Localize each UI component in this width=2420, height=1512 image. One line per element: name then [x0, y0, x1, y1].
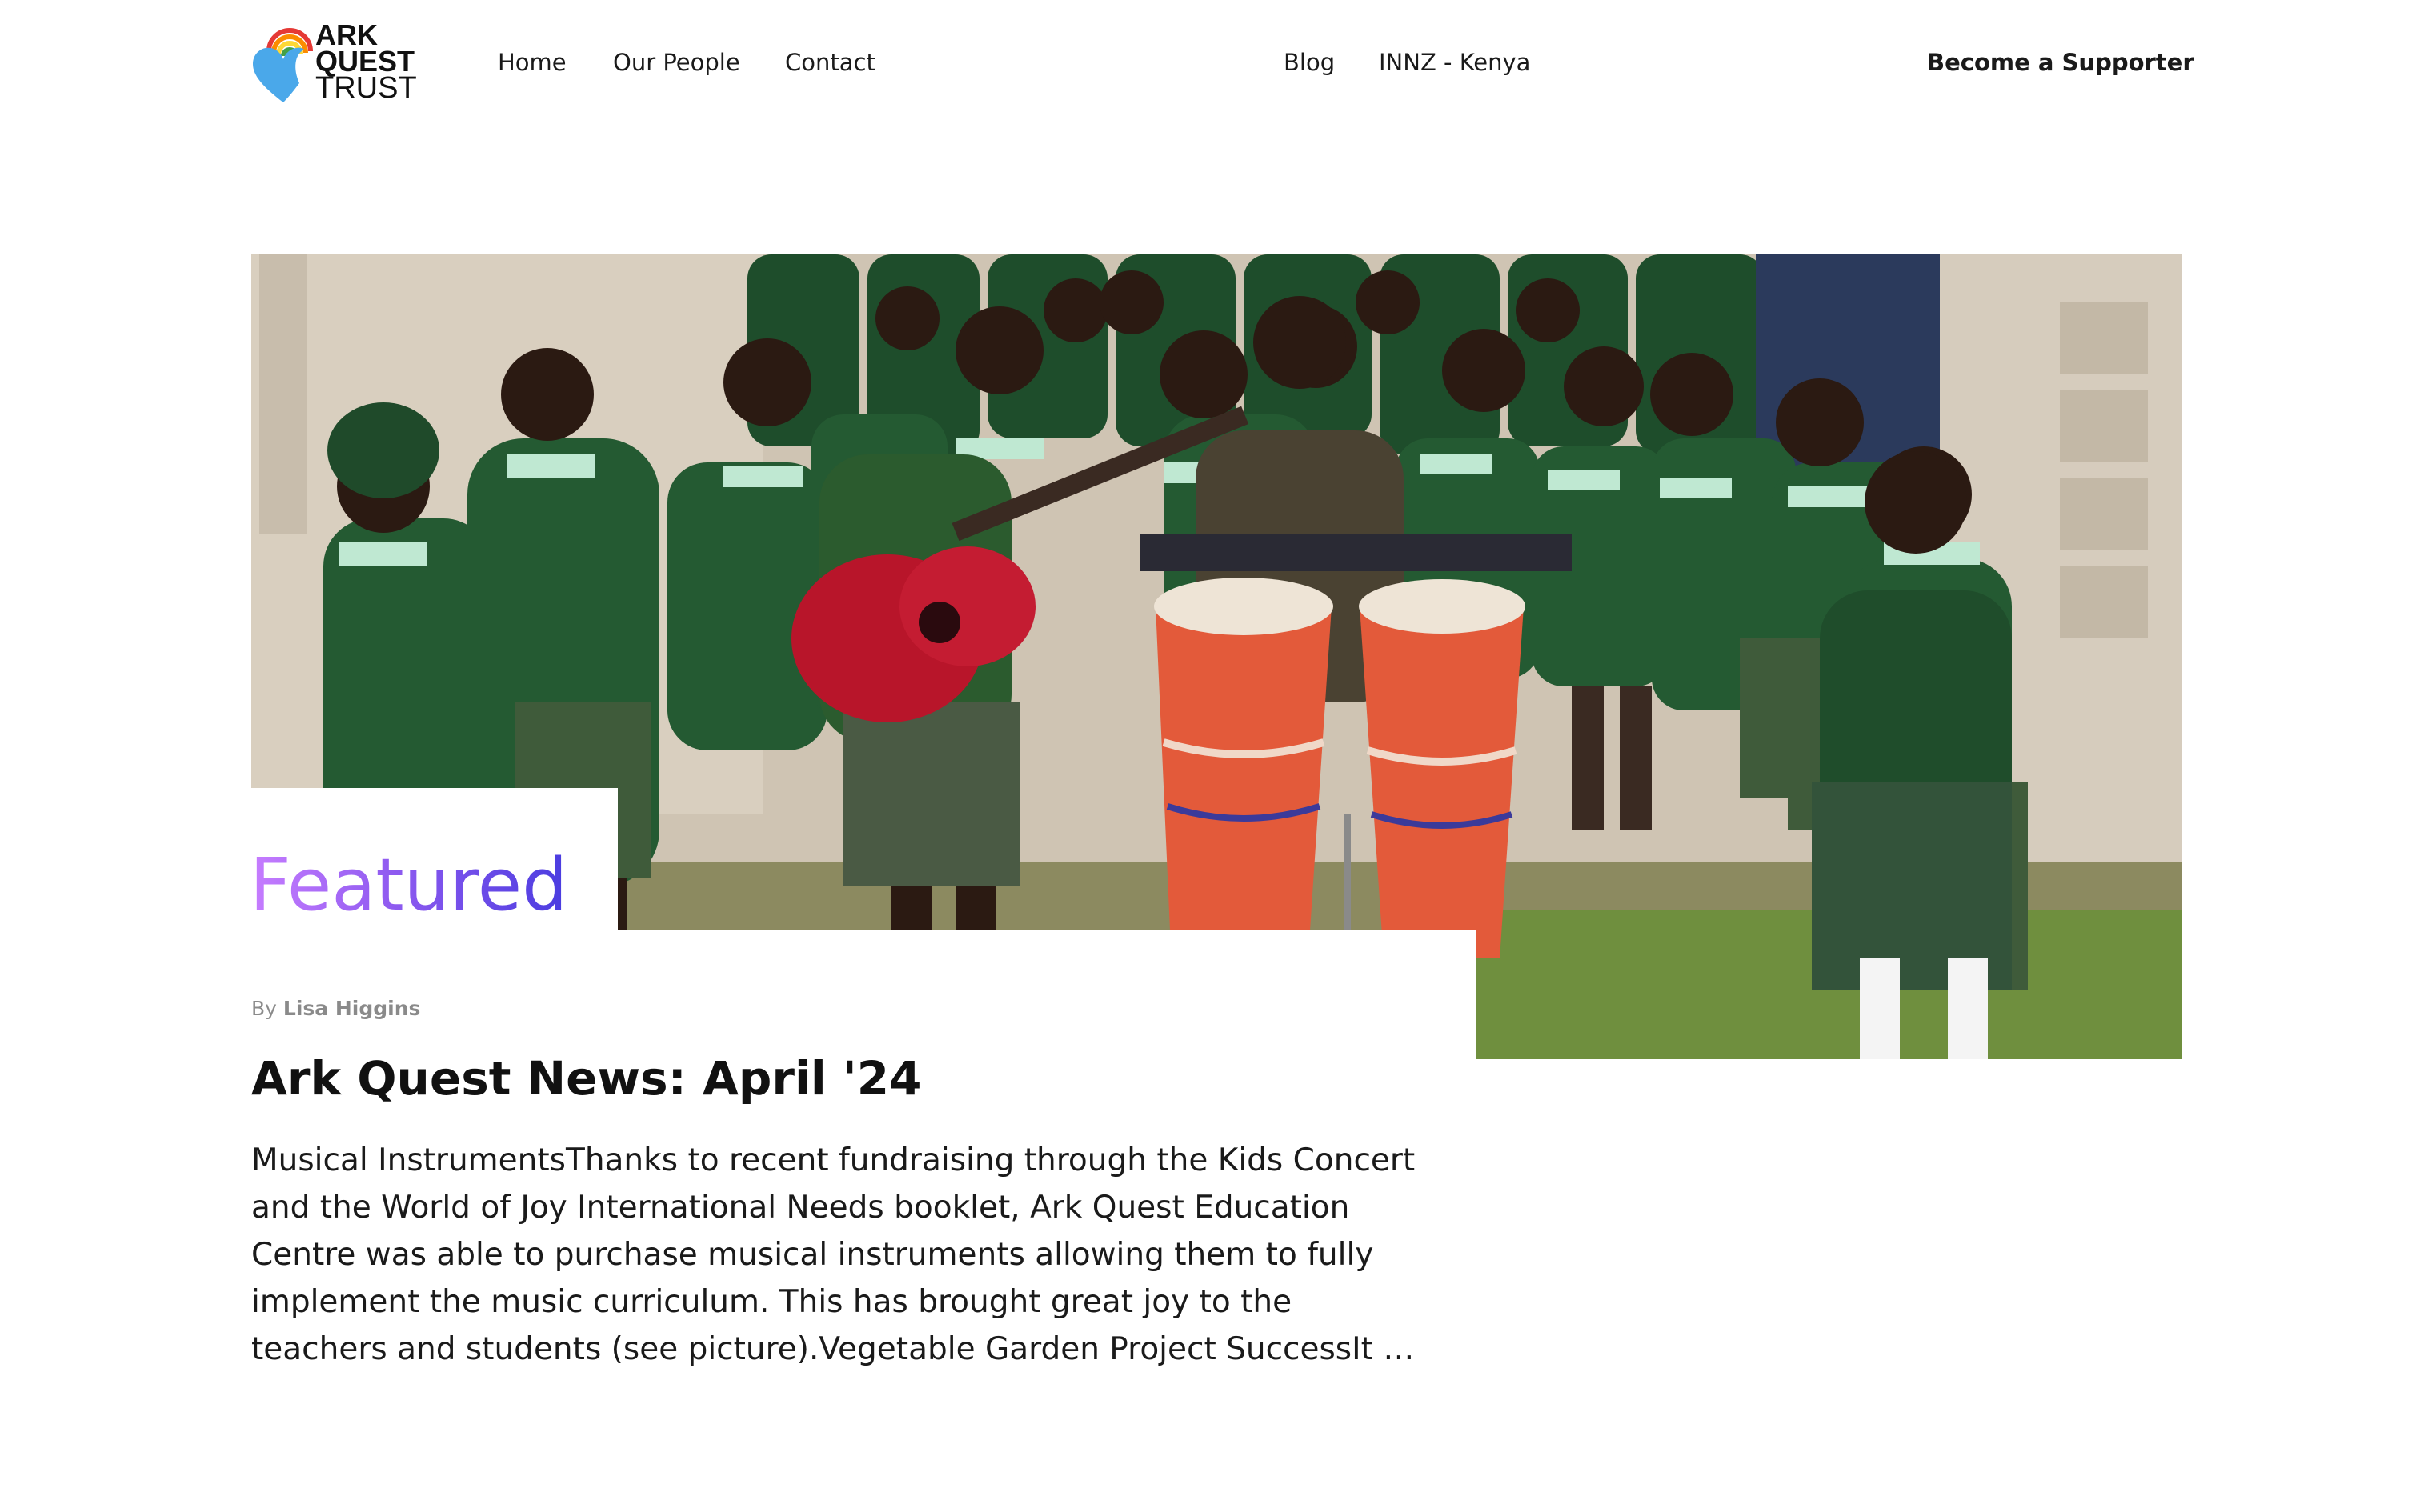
post-author-link[interactable]: Lisa Higgins: [283, 997, 420, 1020]
site-header: ARK QUEST TRUST Home Our People Contact …: [0, 0, 2420, 128]
become-supporter-button[interactable]: Become a Supporter: [1927, 46, 2194, 78]
logo-line-trust: TRUST: [315, 71, 417, 105]
article-content-panel: [251, 930, 1476, 1066]
nav-blog-link[interactable]: Blog: [1284, 46, 1335, 78]
nav-our-people-link[interactable]: Our People: [613, 46, 740, 78]
post-title[interactable]: Ark Quest News: April '24: [251, 1048, 921, 1109]
nav-contact-link[interactable]: Contact: [785, 46, 875, 78]
site-logo[interactable]: ARK QUEST TRUST: [251, 21, 427, 106]
featured-label: Featured: [250, 842, 567, 930]
heart-rainbow-icon: [253, 28, 313, 102]
nav-innz-kenya-link[interactable]: INNZ - Kenya: [1379, 46, 1530, 78]
post-excerpt: Musical InstrumentsThanks to recent fund…: [251, 1142, 1416, 1367]
post-byline: By Lisa Higgins: [251, 995, 420, 1022]
byline-prefix: By: [251, 997, 277, 1020]
nav-home-link[interactable]: Home: [498, 46, 567, 78]
